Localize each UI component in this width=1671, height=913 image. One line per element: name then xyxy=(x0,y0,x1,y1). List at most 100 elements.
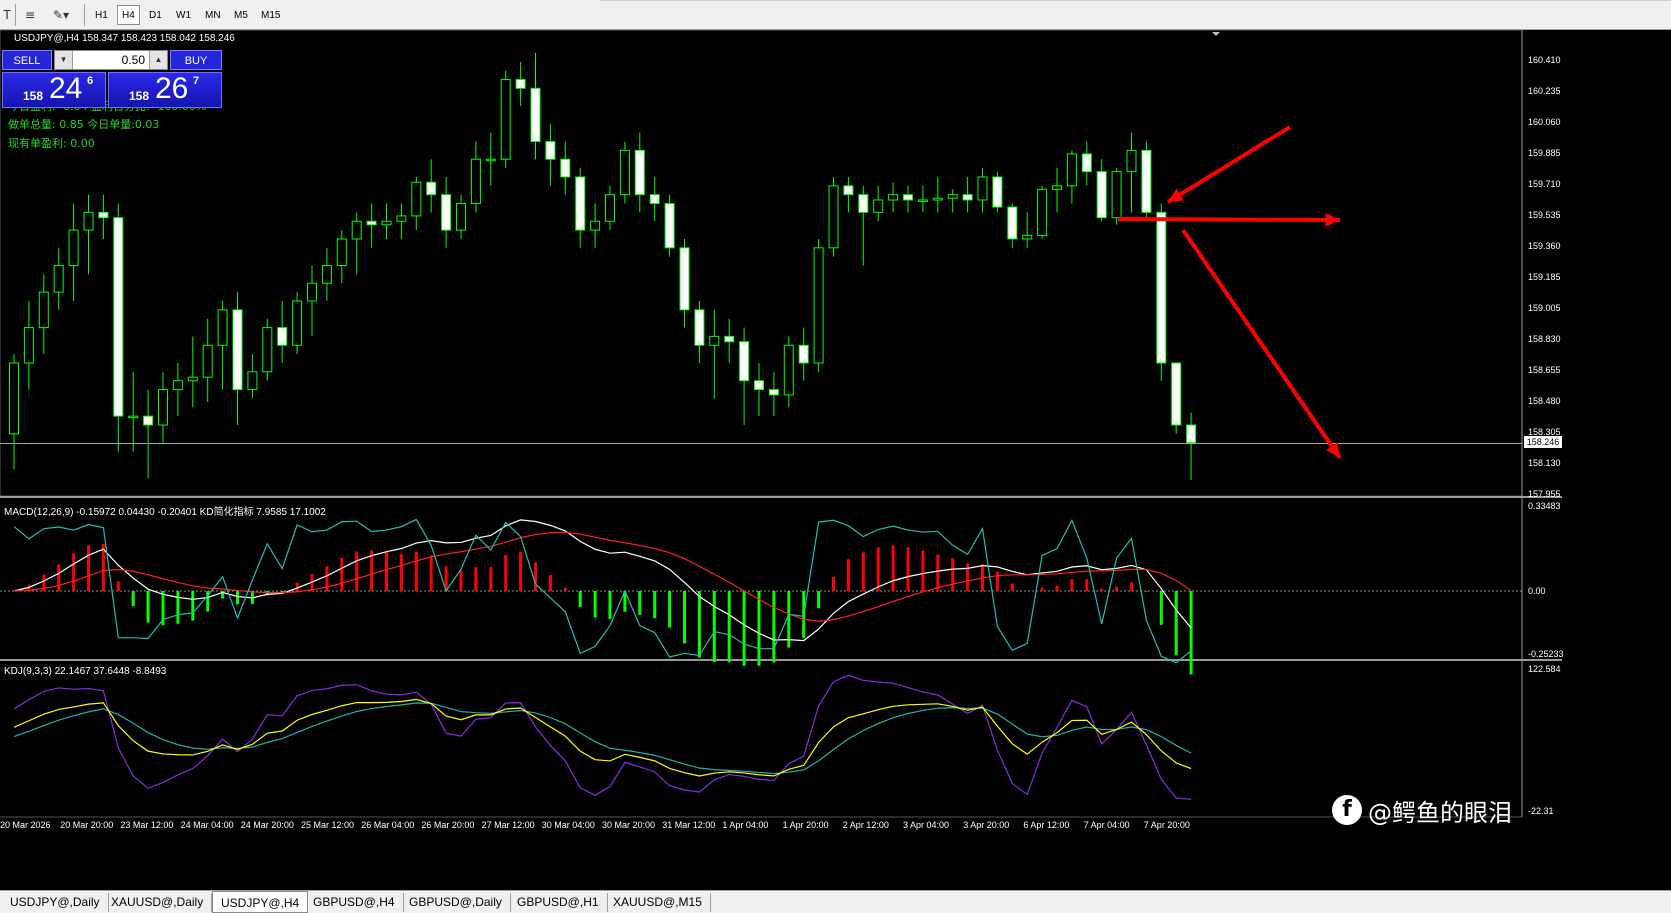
timeframe-m5-button[interactable]: M5 xyxy=(229,5,253,25)
timeframe-h1-button[interactable]: H1 xyxy=(90,5,113,25)
time-axis-label: 23 Mar 12:00 xyxy=(120,820,174,830)
candle-body xyxy=(1081,153,1092,173)
sell-price-box[interactable]: 158 24 6 xyxy=(2,72,106,108)
chart-tab[interactable]: GBPUSD@,Daily xyxy=(401,893,511,912)
candle-body xyxy=(1186,424,1197,444)
candle-body xyxy=(530,87,541,143)
candle-body xyxy=(1156,211,1167,364)
candle-body xyxy=(768,389,779,396)
candle-body xyxy=(709,335,720,346)
candle-body xyxy=(1066,153,1077,187)
watermark-logo-icon: f xyxy=(1332,795,1362,825)
macd-header: MACD(12,26,9) -0.15972 0.04430 -0.20401 … xyxy=(4,507,326,518)
time-axis-label: 20 Mar 20:00 xyxy=(60,820,114,830)
time-axis-label: 20 Mar 2026 xyxy=(0,820,51,830)
time-axis-label: 1 Apr 04:00 xyxy=(722,820,769,830)
current-price-tag: 158.246 xyxy=(1524,436,1562,448)
price-axis-label: 158.830 xyxy=(1528,334,1561,344)
candle-body xyxy=(232,309,243,391)
candle-body xyxy=(381,220,392,226)
time-axis-label: 30 Mar 20:00 xyxy=(602,820,656,830)
candle-body xyxy=(619,149,630,196)
candle-body xyxy=(1096,171,1107,219)
candle-body xyxy=(1141,149,1152,213)
candle-body xyxy=(411,181,422,217)
candle-body xyxy=(888,194,899,201)
buy-price-box[interactable]: 158 26 7 xyxy=(108,72,222,108)
candle-body xyxy=(83,211,94,231)
chart-tab[interactable]: XAUUSD@,Daily xyxy=(103,893,213,912)
candle-body xyxy=(739,341,750,382)
price-axis-label: 158.655 xyxy=(1528,365,1561,375)
candle-body xyxy=(128,415,139,419)
kdj-header: KDJ(9,3,3) 22.1467 37.6448 -8.8493 xyxy=(4,666,167,677)
lot-size-input[interactable] xyxy=(75,51,145,69)
candle-body xyxy=(441,194,452,231)
candle-body xyxy=(38,291,49,329)
time-axis-label: 26 Mar 20:00 xyxy=(421,820,475,830)
chart-tab[interactable]: XAUUSD@,M15 xyxy=(605,893,711,912)
time-axis-label: 25 Mar 12:00 xyxy=(301,820,355,830)
time-axis-label: 1 Apr 20:00 xyxy=(782,820,829,830)
candle-body xyxy=(217,309,228,346)
candle-body xyxy=(292,300,303,346)
lot-size-box: ▼ ▲ xyxy=(54,50,168,70)
candle-body xyxy=(396,215,407,222)
candle-body xyxy=(500,78,511,160)
info-open-profit: 现有单盈利: 0.00 xyxy=(8,137,95,150)
info-total-volume: 做单总量: 0.85 今日单量:0.03 xyxy=(8,118,160,131)
sell-price-prefix: 158 xyxy=(23,89,44,103)
time-axis-label: 7 Apr 04:00 xyxy=(1083,820,1130,830)
text-tool-icon[interactable]: T xyxy=(0,5,14,25)
lot-decrease-icon[interactable]: ▼ xyxy=(55,51,73,69)
chart-tabs: USDJPY@,Daily XAUUSD@,Daily USDJPY@,H4 GBPU… xyxy=(0,890,1671,913)
candle-body xyxy=(307,282,317,302)
candle-body xyxy=(1007,206,1018,240)
timeframe-d1-button[interactable]: D1 xyxy=(144,5,167,25)
timeframe-w1-button[interactable]: W1 xyxy=(171,5,196,25)
candle-body xyxy=(351,220,362,240)
time-axis-label: 30 Mar 04:00 xyxy=(541,820,595,830)
candle-body xyxy=(262,327,273,373)
time-axis-label: 31 Mar 12:00 xyxy=(662,820,716,830)
macd-dif-line xyxy=(13,519,1192,642)
timeframe-mn-button[interactable]: MN xyxy=(200,5,226,25)
candle-body xyxy=(1037,188,1048,236)
timeframe-m15-button[interactable]: M15 xyxy=(256,5,285,25)
chart-tab[interactable]: USDJPY@,Daily xyxy=(2,893,109,912)
candle-body xyxy=(485,158,496,162)
chart-tab[interactable]: GBPUSD@,H4 xyxy=(305,893,404,912)
price-axis-label: 157.955 xyxy=(1528,489,1561,499)
chart-window[interactable]: USDJPY@,H4 158.347 158.423 158.042 158.2… xyxy=(0,30,1671,890)
candle-body xyxy=(679,247,690,311)
candle-body xyxy=(977,176,988,201)
kdj-axis-bottom: -22.31 xyxy=(1528,806,1554,816)
lot-increase-icon[interactable]: ▲ xyxy=(149,51,167,69)
chart-tab[interactable]: USDJPY@,H4 xyxy=(212,891,309,913)
time-axis-label: 7 Apr 20:00 xyxy=(1143,820,1190,830)
candle-body xyxy=(113,217,124,417)
candle-body xyxy=(426,181,437,196)
price-axis-label: 159.885 xyxy=(1528,148,1561,158)
sell-button[interactable]: SELL xyxy=(2,50,52,70)
annotation-arrow-line xyxy=(1181,228,1342,460)
kdj-axis-top: 122.584 xyxy=(1528,664,1561,674)
candle-body xyxy=(724,335,735,343)
candle-body xyxy=(143,415,154,426)
candle-body xyxy=(470,158,481,205)
shapes-menu-icon[interactable]: ✎▾ xyxy=(46,5,76,25)
candle-body xyxy=(202,344,213,378)
fibonacci-tool-icon[interactable]: ≡ xyxy=(20,5,40,25)
time-axis-label: 6 Apr 12:00 xyxy=(1023,820,1070,830)
buy-button[interactable]: BUY xyxy=(170,50,222,70)
chart-tab[interactable]: GBPUSD@,H1 xyxy=(509,893,608,912)
chart-toolbar: T ≡ ✎▾ H1 H4 D1 W1 MN M5 M15 xyxy=(0,0,1671,30)
price-axis-label: 160.410 xyxy=(1528,55,1561,65)
candle-body xyxy=(187,376,198,382)
candle-body xyxy=(932,197,943,201)
main-pane-frame xyxy=(0,30,1523,497)
chart-canvas[interactable] xyxy=(0,30,1671,890)
candle-body xyxy=(903,194,913,201)
timeframe-h4-button[interactable]: H4 xyxy=(117,5,140,25)
annotation-arrowhead-icon xyxy=(1325,212,1340,227)
